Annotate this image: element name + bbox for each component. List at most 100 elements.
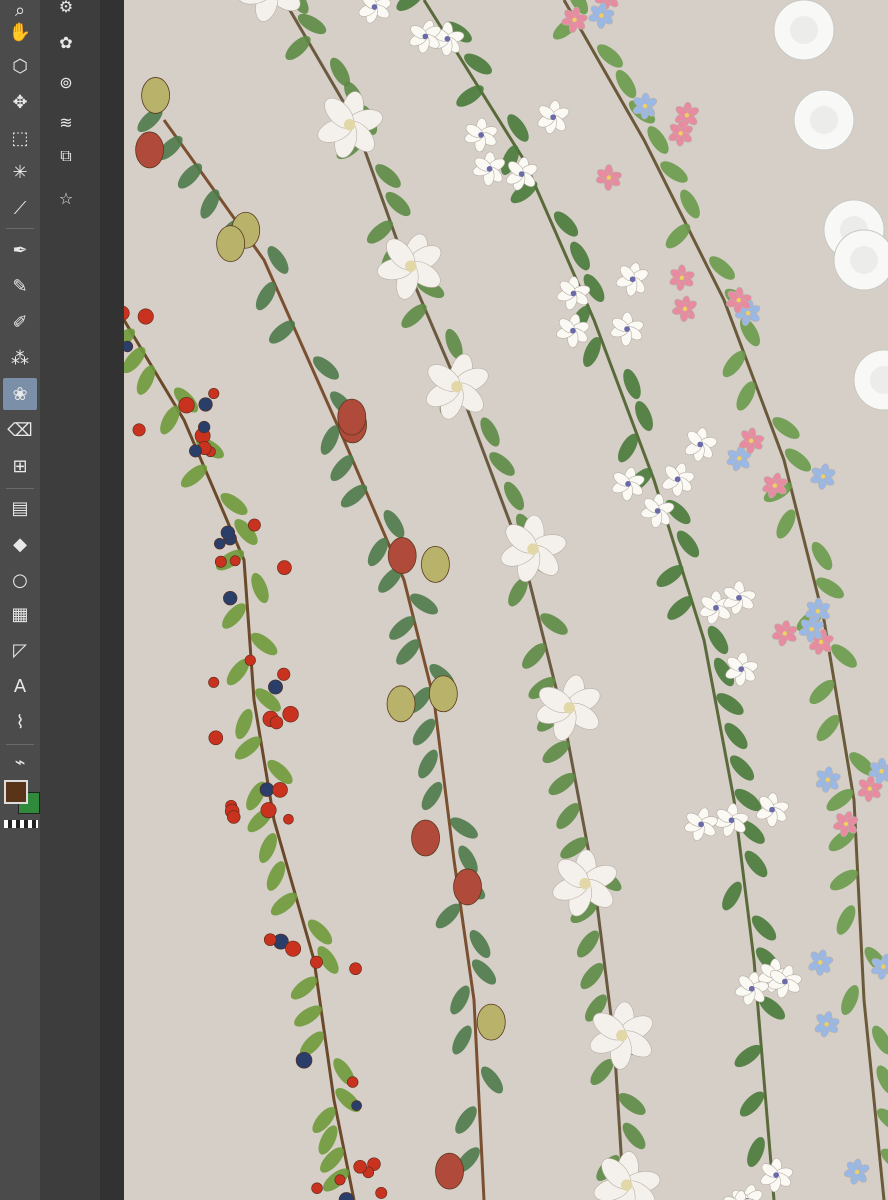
blossom-vine-leaf <box>665 223 691 249</box>
berry <box>189 444 202 458</box>
berry-vine-leaf <box>222 603 246 629</box>
berry <box>208 730 224 746</box>
berry-vine-leaf <box>259 833 277 863</box>
magnolia-center <box>616 1029 628 1042</box>
blossom-vine-leaf <box>841 984 859 1016</box>
blossom-vine-leaf <box>660 161 688 183</box>
canvas[interactable] <box>124 0 888 1200</box>
navigator-icon[interactable]: ⊚ <box>52 68 80 96</box>
ellipse-icon[interactable]: ○ <box>3 564 37 596</box>
pencil-icon[interactable]: ✎ <box>3 270 37 302</box>
text-icon[interactable]: A <box>3 670 37 702</box>
magnolia-vine-leaf <box>580 962 604 990</box>
berry <box>310 955 323 969</box>
brush-icon[interactable]: ✐ <box>3 306 37 338</box>
berry <box>334 1174 346 1186</box>
eraser-icon[interactable]: ⌫ <box>3 414 37 446</box>
magic-wand-icon[interactable]: ✳ <box>3 156 37 188</box>
blossom-vine-leaf <box>836 905 856 935</box>
berry <box>269 715 284 730</box>
mesh-icon[interactable]: ⊞ <box>3 450 37 482</box>
gradient-icon[interactable]: ▤ <box>3 492 37 524</box>
3d-cube-icon[interactable]: ⬡ <box>3 50 37 82</box>
fig-vine-leaf <box>177 163 203 189</box>
berry-vine-leaf <box>235 708 253 740</box>
transparent-color-swatch[interactable] <box>4 820 38 828</box>
lasso-icon[interactable]: ⌇ <box>3 706 37 738</box>
berry <box>229 555 241 567</box>
blossom-center <box>599 13 604 18</box>
passionflower-vine-leaf <box>553 211 579 237</box>
magnolia-center <box>579 877 591 890</box>
passionflower-center <box>738 666 745 672</box>
fig-vine-leaf <box>268 320 296 344</box>
marquee-icon[interactable]: ⬚ <box>3 122 37 154</box>
passionflower-center <box>736 594 742 601</box>
passionflower-vine-leaf <box>507 114 529 142</box>
white-rose-center <box>790 16 818 44</box>
frame-icon[interactable]: ▦ <box>3 598 37 630</box>
foreground-color-swatch[interactable] <box>4 780 28 804</box>
panel-divider[interactable] <box>100 0 124 1200</box>
sub-tool-settings-icon[interactable]: ⚙ <box>52 0 80 20</box>
passionflower-center <box>550 114 557 121</box>
layer-icon[interactable]: ≋ <box>52 108 80 136</box>
blossom-center <box>820 474 826 479</box>
berry <box>214 555 227 568</box>
berry <box>375 1187 388 1199</box>
fig-fruit <box>476 1003 506 1041</box>
fig-fruit <box>386 685 416 723</box>
hand-icon[interactable]: ✋ <box>3 16 37 48</box>
magnolia-vine-leaf <box>297 13 327 35</box>
magnolia-vine-stem <box>282 0 626 1200</box>
passionflower-center <box>478 132 484 138</box>
magnolia-center <box>527 543 539 555</box>
berry <box>263 933 277 946</box>
blossom-center <box>809 626 814 632</box>
berry <box>285 940 302 957</box>
passionflower-center <box>698 821 704 828</box>
pen-icon[interactable]: ✒ <box>3 234 37 266</box>
fill-icon[interactable]: ◆ <box>3 528 37 560</box>
layer-property-icon[interactable]: ⧉ <box>52 142 80 170</box>
ruler-icon[interactable]: ◸ <box>3 634 37 666</box>
fig-vine-leaf <box>330 454 354 482</box>
passionflower-center <box>674 476 681 483</box>
berry <box>247 518 261 532</box>
blossom-center <box>572 17 577 23</box>
blossom-vine-leaf <box>680 189 700 219</box>
fig-vine-leaf <box>421 781 443 811</box>
passionflower-center <box>713 604 719 611</box>
passionflower-center <box>486 165 493 172</box>
berry <box>347 1076 359 1088</box>
move-icon[interactable]: ✥ <box>3 86 37 118</box>
berry <box>277 560 292 575</box>
passionflower-vine-leaf <box>739 1091 765 1117</box>
berry <box>198 420 211 434</box>
eyedropper-icon[interactable]: ⟋ <box>3 192 37 224</box>
toolbar-separator <box>6 488 34 489</box>
passionflower-vine-leaf <box>456 85 484 107</box>
decoration-icon[interactable]: ❀ <box>3 378 37 410</box>
spray-icon[interactable]: ⁂ <box>3 342 37 374</box>
sub-tool-effects-icon[interactable]: ✿ <box>52 28 80 56</box>
passionflower-center <box>624 326 630 332</box>
correction-icon[interactable]: ⌁ <box>3 746 37 778</box>
blossom-center <box>818 960 823 965</box>
material-icon[interactable]: ☆ <box>52 184 80 212</box>
berry-vine-stem <box>124 319 356 1200</box>
blossom-center <box>824 1022 829 1027</box>
berry <box>244 654 256 666</box>
blossom-center <box>679 275 685 281</box>
fig-vine-leaf <box>452 1025 472 1055</box>
berry <box>198 397 213 412</box>
toolbar-separator <box>6 744 34 745</box>
berry <box>208 387 220 400</box>
passionflower-center <box>769 806 775 813</box>
blossom-center <box>815 608 821 614</box>
berry <box>260 802 277 819</box>
passionflower-center <box>371 4 378 10</box>
berry <box>282 706 299 723</box>
botanical-artwork <box>124 0 888 1200</box>
berry <box>208 676 220 688</box>
